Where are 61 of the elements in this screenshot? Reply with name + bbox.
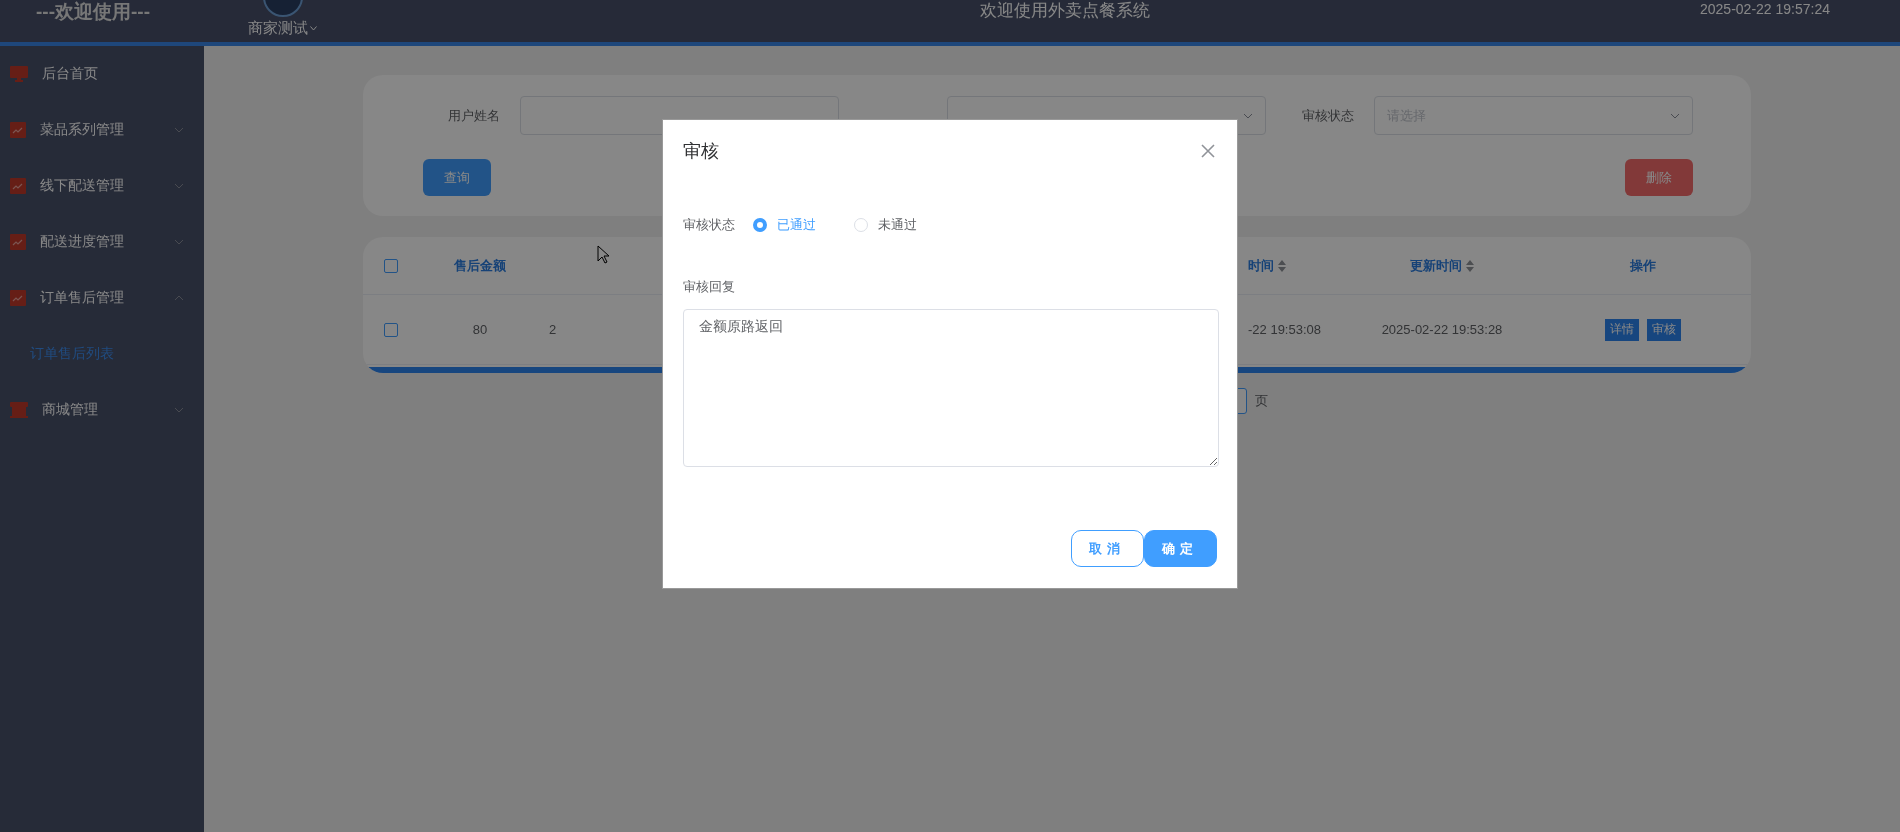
chevron-down-icon bbox=[174, 407, 184, 413]
menu-label: 菜品系列管理 bbox=[40, 121, 125, 139]
chevron-up-icon bbox=[174, 295, 184, 301]
chevron-down-icon bbox=[174, 183, 184, 189]
table-cell: -22 19:53:08 bbox=[1248, 322, 1321, 337]
chevron-down-icon bbox=[1243, 112, 1253, 119]
query-button[interactable]: 查询 bbox=[423, 159, 491, 196]
menu-item[interactable]: 订单售后管理 bbox=[0, 270, 204, 326]
table-cell: 80 bbox=[472, 322, 488, 337]
close-button[interactable] bbox=[1201, 144, 1215, 158]
site-title: ---欢迎使用--- bbox=[36, 1, 151, 23]
system-title: 欢迎使用外卖点餐系统 bbox=[979, 1, 1151, 21]
menu-label: 线下配送管理 bbox=[40, 177, 125, 195]
monitor-icon bbox=[10, 66, 28, 82]
chart-icon bbox=[10, 178, 26, 194]
menu-label: 订单售后管理 bbox=[40, 289, 125, 307]
table-cell: 2025-02-22 19:53:28 bbox=[1381, 322, 1503, 337]
field-label: 审核状态 bbox=[683, 216, 735, 234]
column-header: 操作 bbox=[1629, 256, 1656, 275]
menu-item[interactable]: 商城管理 bbox=[0, 382, 204, 438]
checkbox[interactable] bbox=[384, 258, 398, 273]
delete-button[interactable]: 删除 bbox=[1625, 159, 1693, 196]
cursor-icon bbox=[597, 245, 609, 264]
avatar[interactable] bbox=[262, 0, 303, 17]
column-header[interactable]: 更新时间 bbox=[1410, 256, 1474, 275]
dialog-title: 审核 bbox=[683, 140, 719, 163]
chart-icon bbox=[10, 290, 26, 306]
reply-field[interactable]: 金额原路返回 bbox=[683, 309, 1219, 467]
field-label: 审核状态 bbox=[1301, 106, 1354, 125]
menu-label: 后台首页 bbox=[42, 65, 99, 83]
radio-option[interactable]: 已通过 bbox=[753, 216, 816, 234]
cancel-button[interactable]: 取消 bbox=[1071, 530, 1144, 567]
field-label: 用户姓名 bbox=[447, 106, 500, 125]
menu-item[interactable]: 后台首页 bbox=[0, 46, 204, 102]
chevron-down-icon bbox=[174, 127, 184, 133]
chart-icon bbox=[10, 234, 26, 250]
radio-option[interactable]: 未通过 bbox=[854, 216, 917, 234]
store-icon bbox=[10, 402, 28, 418]
menu-item[interactable]: 线下配送管理 bbox=[0, 158, 204, 214]
chart-icon bbox=[10, 122, 26, 138]
details-button[interactable]: 详情 bbox=[1604, 318, 1639, 341]
review-button[interactable]: 审核 bbox=[1646, 318, 1681, 341]
column-header[interactable]: 时间 bbox=[1248, 256, 1286, 275]
submenu-item[interactable]: 订单售后列表 bbox=[0, 326, 204, 382]
column-header: 售后金额 bbox=[454, 256, 506, 275]
sort-icon[interactable] bbox=[1466, 259, 1474, 272]
chevron-down-icon bbox=[174, 239, 184, 245]
sort-icon[interactable] bbox=[1278, 259, 1286, 272]
menu-item[interactable]: 菜品系列管理 bbox=[0, 102, 204, 158]
chevron-down-icon bbox=[1670, 112, 1680, 119]
date-time: 2025-02-22 19:57:24 bbox=[1699, 1, 1831, 17]
menu-label: 配送进度管理 bbox=[40, 233, 125, 251]
checkbox[interactable] bbox=[384, 322, 398, 337]
table-cell: 2 bbox=[549, 322, 557, 337]
menu-item[interactable]: 配送进度管理 bbox=[0, 214, 204, 270]
confirm-button[interactable]: 确定 bbox=[1144, 530, 1217, 567]
chevron-down-icon bbox=[310, 26, 317, 31]
field-label: 审核回复 bbox=[683, 278, 736, 296]
menu-label: 商城管理 bbox=[42, 401, 99, 419]
page-suffix: 页 bbox=[1255, 392, 1268, 410]
user-menu[interactable]: 商家测试 bbox=[248, 19, 317, 38]
